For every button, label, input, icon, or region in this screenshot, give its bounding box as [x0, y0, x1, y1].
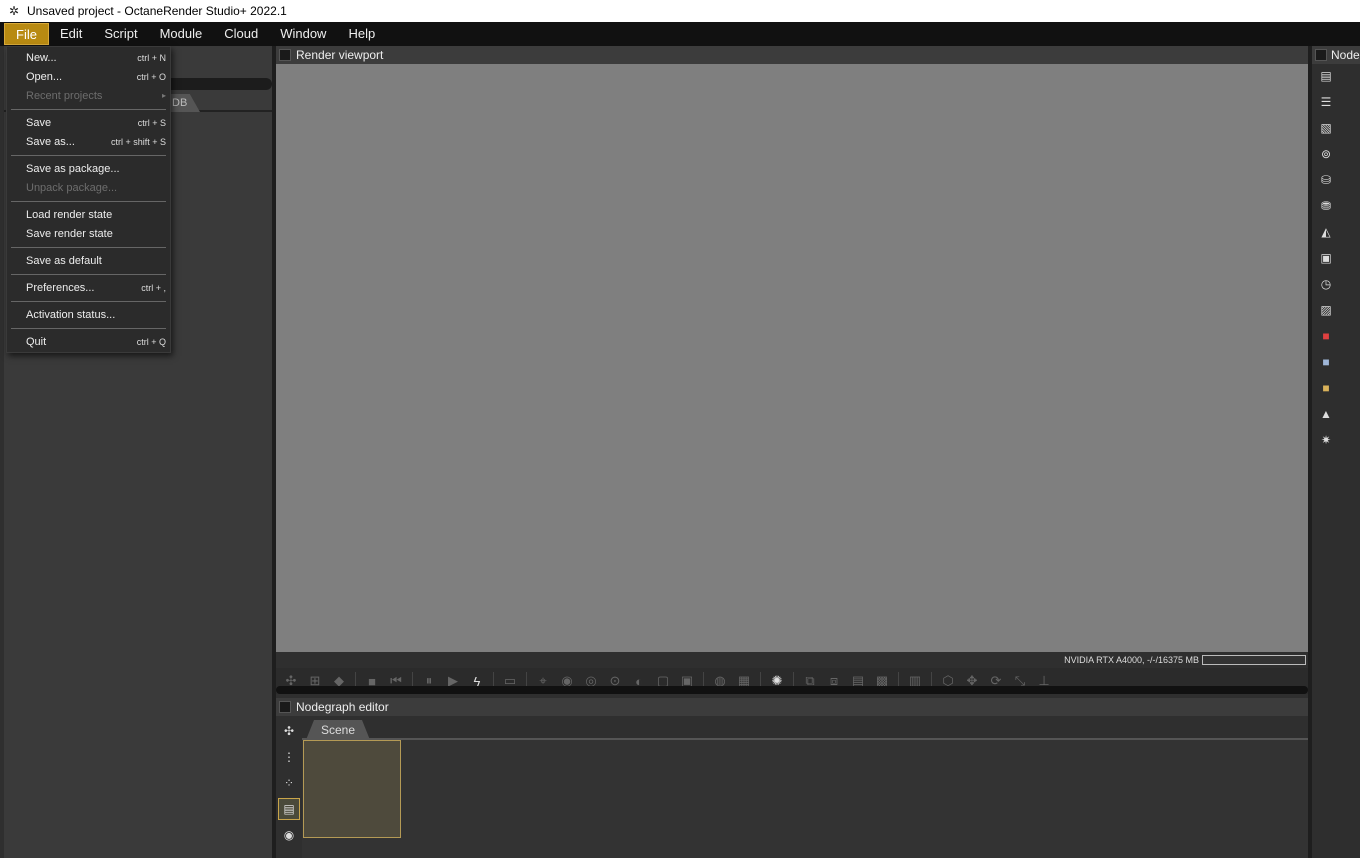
menu-item-shortcut: ctrl + shift + S — [110, 136, 166, 147]
node-panel-icons: ▤ ☰ ▧ ⊚ ⛁ ⛃ ◭ ▣ ◷ ▨ ■ ■ ■ ▲ ✷ — [1312, 64, 1360, 458]
menu-item-label: Save as... — [26, 135, 75, 148]
menu-item-load-render-state[interactable]: Load render state — [7, 205, 170, 224]
material-icon[interactable]: ◉ — [278, 824, 300, 846]
toolbar-scrollbar — [276, 686, 1308, 694]
node-panel: Node ▤ ☰ ▧ ⊚ ⛁ ⛃ ◭ ▣ ◷ ▨ ■ ■ ■ ▲ ✷ — [1312, 46, 1360, 858]
file-menu-dropdown: New... ctrl + N Open... ctrl + O Recent … — [6, 46, 171, 353]
recenter-icon[interactable]: ✣ — [278, 720, 300, 742]
grid-nodes-icon[interactable]: ⁘ — [278, 772, 300, 794]
show-preview-icon[interactable]: ▤ — [278, 798, 300, 820]
menu-item-save-render-state[interactable]: Save render state — [7, 224, 170, 243]
menu-edit[interactable]: Edit — [49, 23, 93, 45]
menu-separator — [7, 270, 170, 278]
nodegraph-header: Nodegraph editor — [276, 698, 1308, 716]
image-icon[interactable]: ▧ — [1318, 120, 1334, 136]
menu-separator — [7, 324, 170, 332]
menu-item-label: Save as package... — [26, 162, 120, 175]
menu-separator — [7, 297, 170, 305]
texture-icon[interactable]: ▨ — [1318, 302, 1334, 318]
menu-item-label: Save render state — [26, 227, 113, 240]
left-panel-scrollbar[interactable] — [164, 78, 272, 90]
menu-item-label: Activation status... — [26, 308, 116, 321]
nodegraph-canvas[interactable] — [302, 740, 1308, 858]
menu-item-save-as-default[interactable]: Save as default — [7, 251, 170, 270]
gpu-memory-bar — [1202, 655, 1306, 665]
menu-item-unpack-package[interactable]: Unpack package... — [7, 178, 170, 197]
octane-logo-icon: ✲ — [8, 4, 20, 18]
nodegraph-checkbox[interactable] — [279, 701, 291, 713]
picture-icon[interactable]: ▲ — [1318, 406, 1334, 422]
menu-item-label: Preferences... — [26, 281, 95, 294]
menu-item-shortcut: ctrl + , — [141, 282, 166, 293]
menu-window[interactable]: Window — [269, 23, 337, 45]
menu-item-shortcut: ctrl + O — [136, 71, 166, 82]
scene-node-preview[interactable] — [303, 740, 401, 838]
menu-file[interactable]: File — [4, 23, 49, 45]
menu-separator — [7, 151, 170, 159]
node-panel-header: Node — [1312, 46, 1360, 64]
menu-item-label: Quit — [26, 335, 47, 348]
menu-item-label: Unpack package... — [26, 181, 118, 194]
node-panel-checkbox[interactable] — [1315, 49, 1327, 61]
tab-db[interactable]: DB — [166, 94, 200, 112]
menu-item-activation-status[interactable]: Activation status... — [7, 305, 170, 324]
nodegraph-tabs: Scene — [302, 716, 1308, 740]
menu-item-open[interactable]: Open... ctrl + O — [7, 67, 170, 86]
material-mix-icon[interactable]: ◭ — [1318, 224, 1334, 240]
viewport-status-row: NVIDIA RTX A4000, -/-/16375 MB — [276, 652, 1308, 668]
frame-icon[interactable]: ▣ — [1318, 250, 1334, 266]
menu-separator — [7, 197, 170, 205]
menu-item-label: Save as default — [26, 254, 102, 267]
menu-separator — [7, 243, 170, 251]
database-icon[interactable]: ⛁ — [1318, 172, 1334, 188]
menu-bar: File Edit Script Module Cloud Window Hel… — [0, 22, 1360, 46]
camera-icon[interactable]: ⊚ — [1318, 146, 1334, 162]
gpu-status: NVIDIA RTX A4000, -/-/16375 MB — [1064, 655, 1199, 665]
menu-item-label: New... — [26, 51, 57, 64]
render-viewport-title: Render viewport — [296, 48, 384, 62]
menu-item-quit[interactable]: Quit ctrl + Q — [7, 332, 170, 351]
menu-item-recent-projects[interactable]: Recent projects ▸ — [7, 86, 170, 105]
rearrange-icon[interactable]: ⋮ — [278, 746, 300, 768]
submenu-arrow-icon: ▸ — [161, 91, 166, 100]
menu-item-label: Open... — [26, 70, 63, 83]
menu-item-shortcut: ctrl + N — [137, 52, 166, 63]
render-viewport[interactable] — [276, 64, 1308, 652]
menu-item-save-as[interactable]: Save as... ctrl + shift + S — [7, 132, 170, 151]
menu-script[interactable]: Script — [93, 23, 148, 45]
menu-item-label: Recent projects — [26, 89, 103, 102]
window-title: Unsaved project - OctaneRender Studio+ 2… — [27, 4, 287, 18]
database-plus-icon[interactable]: ⛃ — [1318, 198, 1334, 214]
menu-separator — [7, 105, 170, 113]
menu-item-preferences[interactable]: Preferences... ctrl + , — [7, 278, 170, 297]
red-cube-icon[interactable]: ■ — [1318, 328, 1334, 344]
render-viewport-header: Render viewport — [276, 46, 1308, 64]
menu-item-save[interactable]: Save ctrl + S — [7, 113, 170, 132]
clock-icon[interactable]: ◷ — [1318, 276, 1334, 292]
menu-item-shortcut: ctrl + Q — [136, 336, 166, 347]
menu-item-new[interactable]: New... ctrl + N — [7, 48, 170, 67]
menu-item-save-as-package[interactable]: Save as package... — [7, 159, 170, 178]
blue-cube-icon[interactable]: ■ — [1318, 354, 1334, 370]
menu-cloud[interactable]: Cloud — [213, 23, 269, 45]
nodegraph-sidebar: ✣ ⋮ ⁘ ▤ ◉ — [276, 716, 302, 858]
menu-item-label: Save — [26, 116, 52, 129]
tab-scene[interactable]: Scene — [306, 720, 370, 740]
sun-icon[interactable]: ✷ — [1318, 432, 1334, 448]
window-titlebar: ✲ Unsaved project - OctaneRender Studio+… — [0, 0, 1360, 22]
list-icon[interactable]: ☰ — [1318, 94, 1334, 110]
menu-item-label: Load render state — [26, 208, 113, 221]
nodegraph-title: Nodegraph editor — [296, 700, 389, 714]
viewport-checkbox[interactable] — [279, 49, 291, 61]
menu-module[interactable]: Module — [149, 23, 214, 45]
menu-item-shortcut: ctrl + S — [137, 117, 166, 128]
node-panel-title: Node — [1331, 48, 1360, 62]
menu-help[interactable]: Help — [337, 23, 386, 45]
gold-cube-icon[interactable]: ■ — [1318, 380, 1334, 396]
layers-icon[interactable]: ▤ — [1318, 68, 1334, 84]
